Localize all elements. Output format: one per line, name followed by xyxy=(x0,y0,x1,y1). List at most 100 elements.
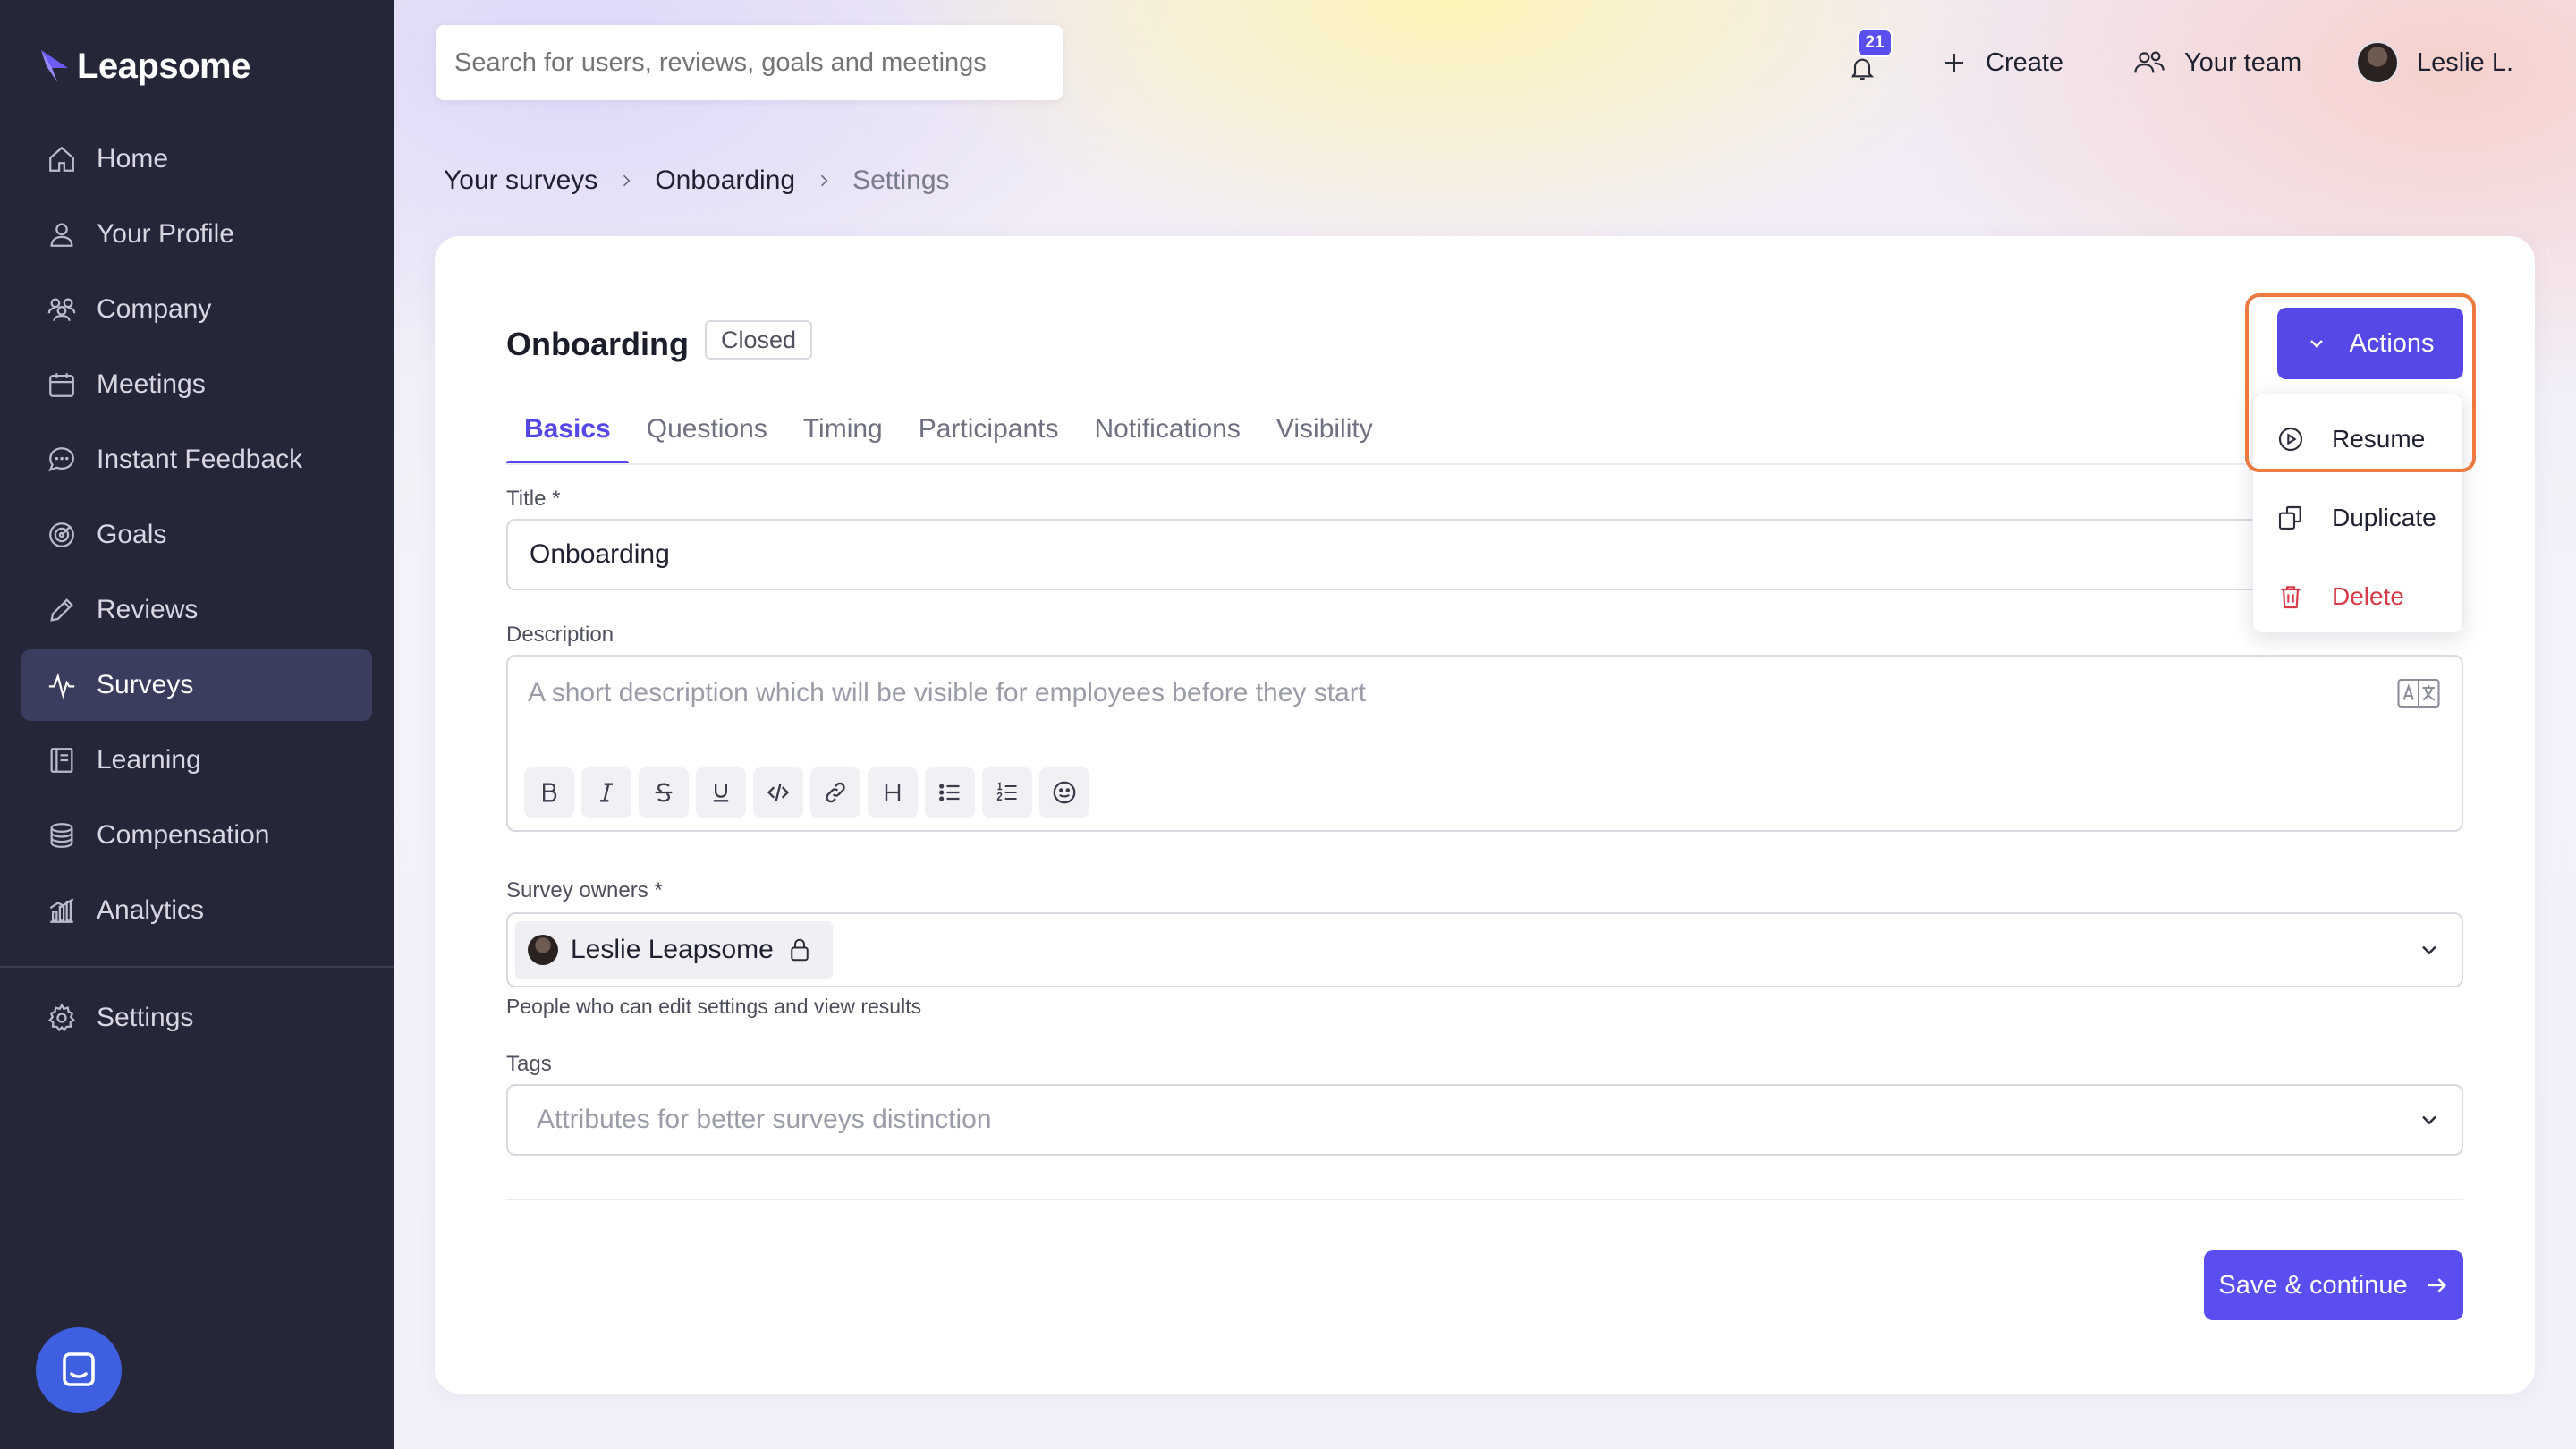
actions-button[interactable]: Actions xyxy=(2277,308,2463,379)
menu-item-label: Duplicate xyxy=(2332,504,2436,531)
numbered-list-button[interactable] xyxy=(982,767,1032,818)
copy-icon xyxy=(2278,505,2301,530)
italic-button[interactable] xyxy=(581,767,631,818)
chevron-down-icon xyxy=(2422,1115,2436,1125)
sidebar-item-goals[interactable]: Goals xyxy=(21,499,372,571)
sidebar-item-label: Compensation xyxy=(97,820,270,850)
sidebar-nav: Home Your Profile Company Meetings Insta… xyxy=(21,123,372,950)
sidebar-item-company[interactable]: Company xyxy=(21,274,372,345)
smiley-icon xyxy=(1053,781,1076,804)
sidebar-item-label: Goals xyxy=(97,520,167,549)
bold-button[interactable] xyxy=(524,767,574,818)
chat-icon xyxy=(48,447,74,472)
chevron-right-icon xyxy=(623,174,631,187)
chevron-down-icon xyxy=(2422,945,2436,955)
breadcrumb-your-surveys[interactable]: Your surveys xyxy=(444,165,597,196)
chevron-down-icon xyxy=(2310,340,2324,348)
sidebar-item-surveys[interactable]: Surveys xyxy=(21,649,372,721)
strikethrough-button[interactable] xyxy=(639,767,689,818)
sidebar-item-compensation[interactable]: Compensation xyxy=(21,800,372,871)
code-button[interactable] xyxy=(753,767,803,818)
tab-notifications[interactable]: Notifications xyxy=(1076,394,1258,465)
tab-participants[interactable]: Participants xyxy=(901,394,1077,465)
menu-item-label: Delete xyxy=(2332,582,2404,610)
footer-divider xyxy=(506,1199,2463,1200)
book-icon xyxy=(50,748,73,773)
sidebar-item-meetings[interactable]: Meetings xyxy=(21,349,372,420)
menu-item-resume[interactable]: Resume xyxy=(2253,407,2464,471)
play-circle-icon xyxy=(2278,427,2303,452)
target-icon xyxy=(49,522,74,547)
translate-icon[interactable] xyxy=(2397,678,2440,708)
underline-icon xyxy=(713,784,729,802)
link-button[interactable] xyxy=(810,767,860,818)
save-continue-button[interactable]: Save & continue xyxy=(2204,1250,2463,1320)
strikethrough-icon xyxy=(655,783,673,802)
user-name: Leslie L. xyxy=(2417,47,2514,77)
sidebar-item-label: Settings xyxy=(97,1003,194,1032)
notifications-count-badge: 21 xyxy=(1857,29,1893,57)
leapsome-logo-icon xyxy=(41,50,68,82)
tab-visibility[interactable]: Visibility xyxy=(1258,394,1391,465)
tags-label: Tags xyxy=(506,1052,552,1076)
actions-label: Actions xyxy=(2349,328,2435,358)
sidebar-item-label: Instant Feedback xyxy=(97,445,303,474)
sidebar-item-label: Company xyxy=(97,294,212,324)
sidebar-item-label: Surveys xyxy=(97,670,194,699)
sidebar-item-home[interactable]: Home xyxy=(21,123,372,195)
formatting-toolbar xyxy=(524,767,1089,818)
team-icon xyxy=(2134,51,2165,73)
people-icon xyxy=(47,298,76,321)
title-field-label: Title * xyxy=(506,487,561,511)
create-label: Create xyxy=(1986,47,2064,77)
home-icon xyxy=(49,146,74,172)
sidebar-item-analytics[interactable]: Analytics xyxy=(21,875,372,946)
survey-owners-select[interactable]: Leslie Leapsome xyxy=(506,912,2463,987)
logo-text: Leapsome xyxy=(77,46,250,86)
search-input[interactable] xyxy=(436,25,1063,100)
sidebar-item-reviews[interactable]: Reviews xyxy=(21,574,372,646)
user-icon xyxy=(50,223,73,247)
breadcrumb: Your surveys Onboarding Settings xyxy=(444,161,950,200)
status-badge: Closed xyxy=(705,320,813,360)
tabs-divider xyxy=(506,463,2463,465)
code-icon xyxy=(767,784,790,801)
notifications-button[interactable]: 21 xyxy=(1841,25,1894,100)
actions-menu: Resume Duplicate Delete xyxy=(2252,394,2463,633)
plus-icon xyxy=(1945,54,1963,72)
tab-basics[interactable]: Basics xyxy=(506,394,629,465)
sidebar-item-settings[interactable]: Settings xyxy=(21,982,372,1054)
sidebar-item-label: Analytics xyxy=(97,895,205,925)
description-editor[interactable]: A short description which will be visibl… xyxy=(506,655,2463,832)
user-menu-button[interactable]: Leslie L. xyxy=(2356,25,2513,100)
sidebar-item-learning[interactable]: Learning xyxy=(21,724,372,796)
sidebar-item-label: Learning xyxy=(97,745,201,775)
gear-icon xyxy=(47,1003,76,1032)
menu-item-delete[interactable]: Delete xyxy=(2253,564,2464,629)
menu-item-duplicate[interactable]: Duplicate xyxy=(2253,486,2464,550)
title-field[interactable]: Onboarding xyxy=(506,519,2463,590)
bullet-list-icon xyxy=(939,784,960,801)
tab-timing[interactable]: Timing xyxy=(785,394,901,465)
logo[interactable]: Leapsome xyxy=(39,41,250,91)
menu-item-label: Resume xyxy=(2332,425,2426,453)
pulse-icon xyxy=(48,673,75,699)
your-team-button[interactable]: Your team xyxy=(2132,25,2301,100)
sidebar-item-your-profile[interactable]: Your Profile xyxy=(21,199,372,270)
owner-chip: Leslie Leapsome xyxy=(515,921,833,979)
underline-button[interactable] xyxy=(696,767,746,818)
bell-icon xyxy=(1850,58,1875,80)
avatar xyxy=(2356,41,2399,84)
bar-chart-icon xyxy=(49,898,74,923)
help-chat-button[interactable] xyxy=(36,1327,122,1413)
tags-select[interactable]: Attributes for better surveys distinctio… xyxy=(506,1084,2463,1156)
breadcrumb-onboarding[interactable]: Onboarding xyxy=(655,165,795,196)
description-field-label: Description xyxy=(506,623,614,647)
sidebar-item-instant-feedback[interactable]: Instant Feedback xyxy=(21,424,372,496)
emoji-button[interactable] xyxy=(1039,767,1089,818)
heading-button[interactable] xyxy=(868,767,918,818)
title-field-value: Onboarding xyxy=(530,539,670,569)
create-button[interactable]: Create xyxy=(1941,25,2063,100)
bullet-list-button[interactable] xyxy=(925,767,975,818)
tab-questions[interactable]: Questions xyxy=(629,394,785,465)
